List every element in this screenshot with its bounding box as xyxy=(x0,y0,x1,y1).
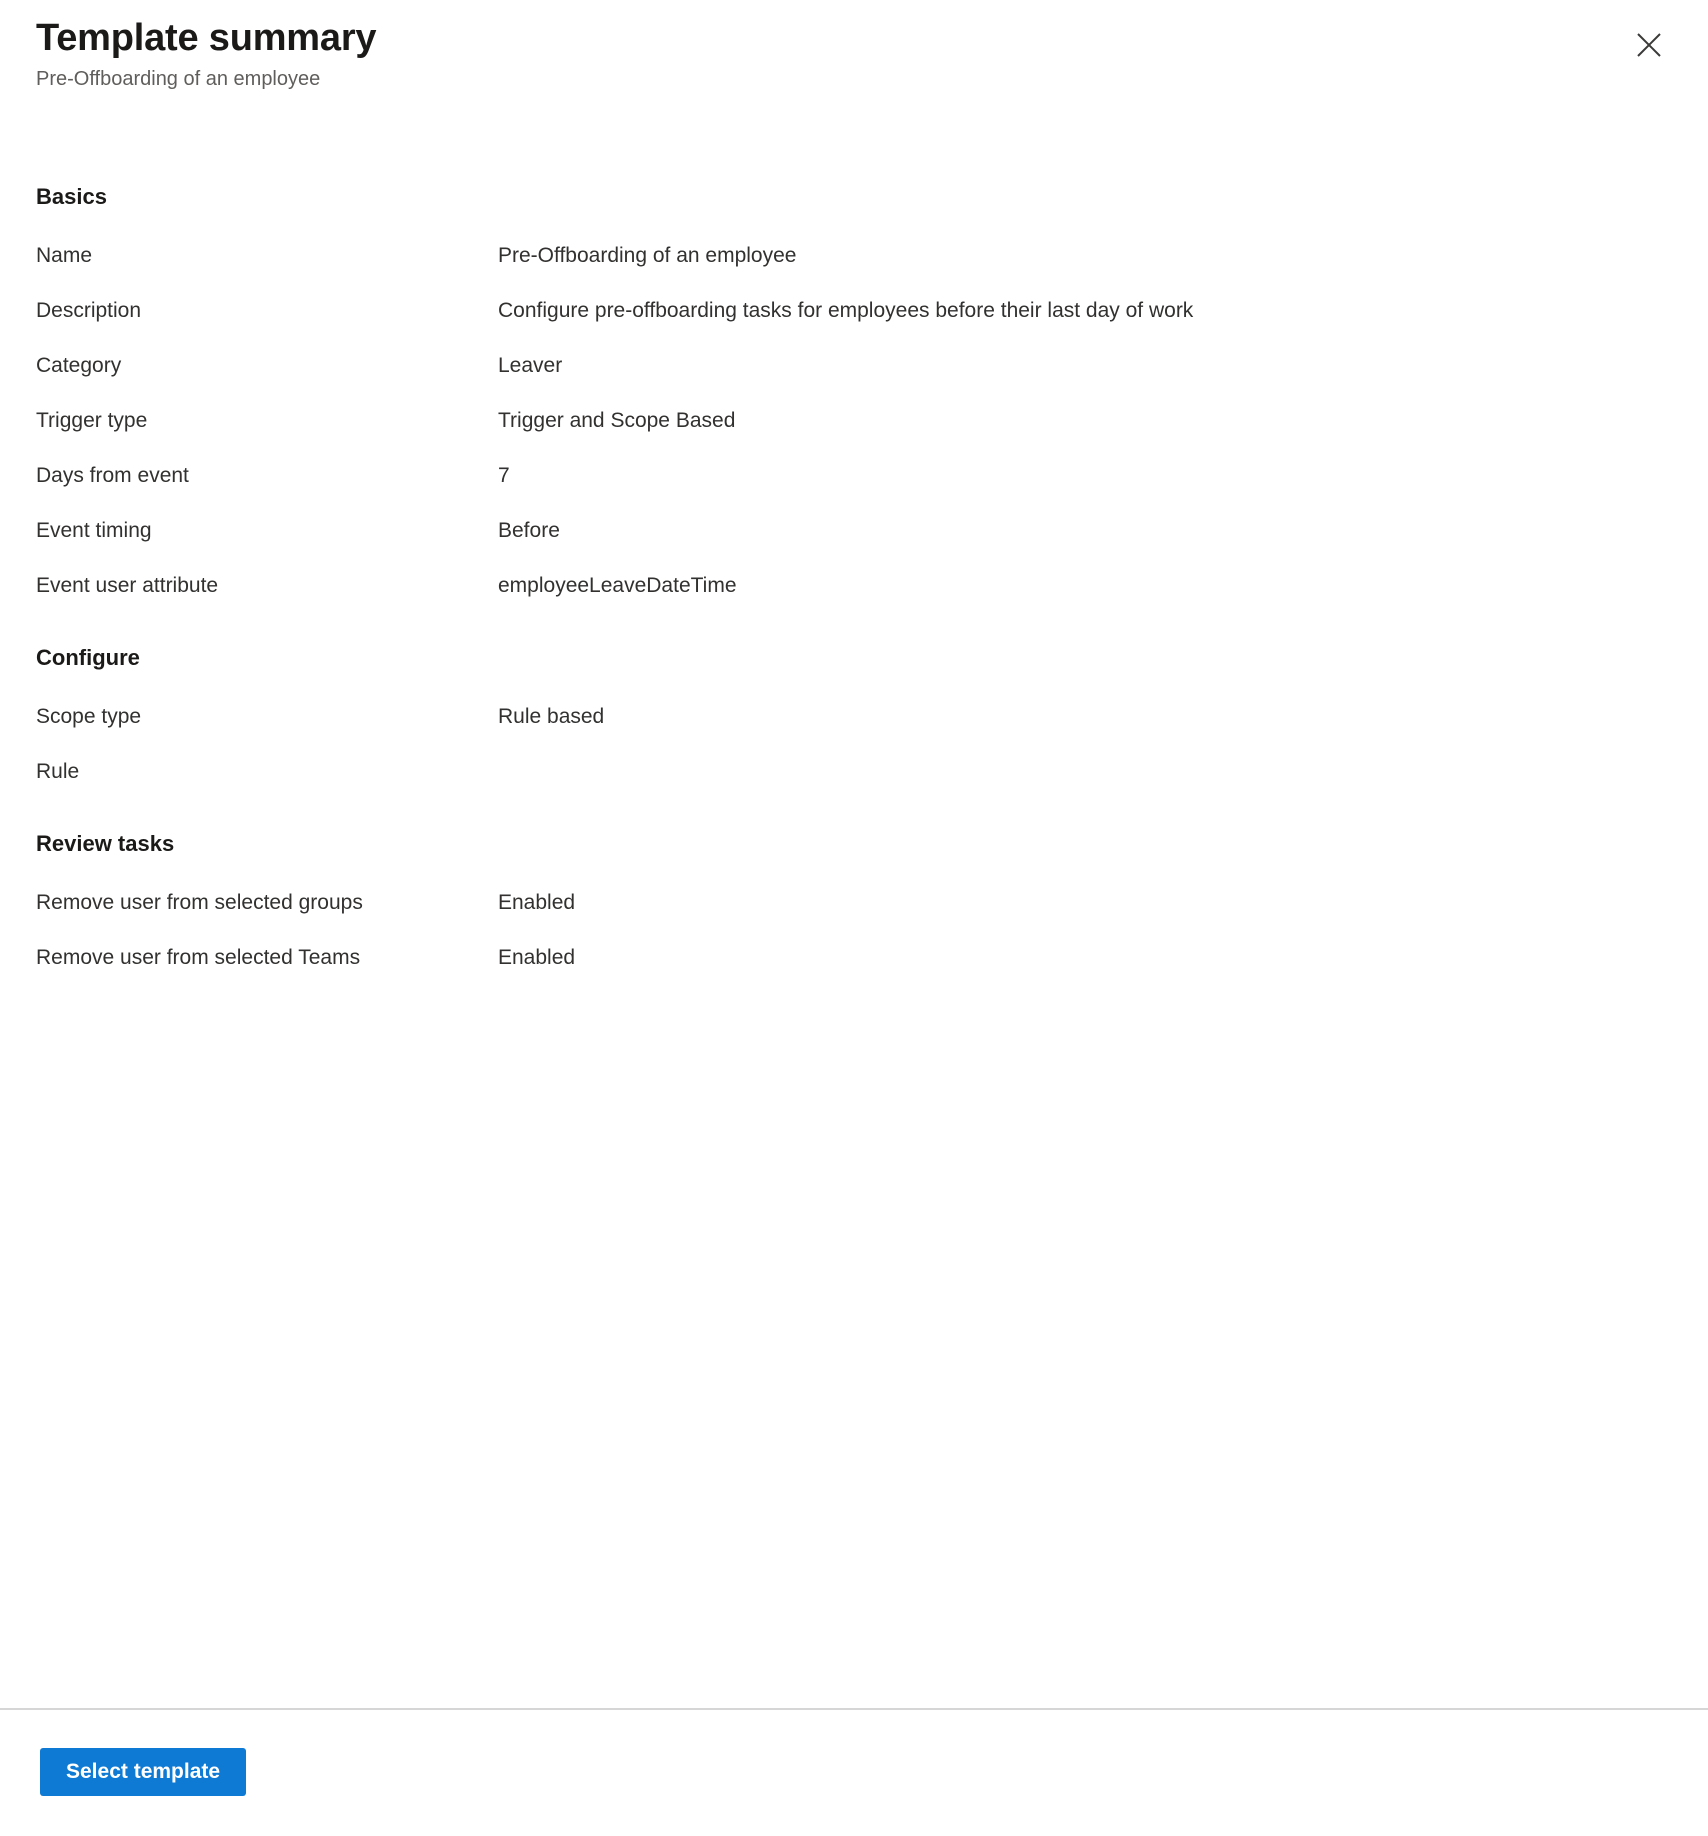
row-label-days-from-event: Days from event xyxy=(36,464,189,487)
row-value-event-timing: Before xyxy=(498,519,560,542)
summary-row: Rule xyxy=(0,744,1708,799)
summary-row: Trigger type Trigger and Scope Based xyxy=(0,393,1708,448)
row-value-description: Configure pre-offboarding tasks for empl… xyxy=(498,299,1194,322)
row-label-event-timing: Event timing xyxy=(36,519,152,542)
summary-row: Description Configure pre-offboarding ta… xyxy=(0,283,1708,338)
panel-header: Template summary Pre-Offboarding of an e… xyxy=(0,0,1708,120)
section-title-configure: Configure xyxy=(36,645,140,670)
row-label-trigger-type: Trigger type xyxy=(36,409,148,432)
row-value-category: Leaver xyxy=(498,354,563,377)
row-value-scope-type: Rule based xyxy=(498,705,605,728)
close-icon xyxy=(1636,32,1662,58)
row-label-scope-type: Scope type xyxy=(36,705,142,728)
summary-row: Remove user from selected Teams Enabled xyxy=(0,930,1708,985)
summary-row: Remove user from selected groups Enabled xyxy=(0,875,1708,930)
select-template-button[interactable]: Select template xyxy=(40,1748,247,1796)
panel-footer: Select template xyxy=(0,1708,1708,1836)
row-value-remove-user-teams: Enabled xyxy=(498,946,576,969)
row-label-category: Category xyxy=(36,354,122,377)
row-value-days-from-event: 7 xyxy=(498,464,510,487)
summary-row: Category Leaver xyxy=(0,338,1708,393)
close-button[interactable] xyxy=(1626,22,1672,68)
section-configure: Configure Scope type Rule based Rule xyxy=(0,643,1708,799)
summary-row: Event timing Before xyxy=(0,503,1708,558)
row-value-remove-user-groups: Enabled xyxy=(498,891,576,914)
page-title: Template summary xyxy=(36,17,377,59)
panel-body: Basics Name Pre-Offboarding of an employ… xyxy=(0,120,1708,1708)
summary-row: Event user attribute employeeLeaveDateTi… xyxy=(0,558,1708,613)
row-value-name: Pre-Offboarding of an employee xyxy=(498,244,797,267)
section-title-review-tasks: Review tasks xyxy=(36,831,175,856)
section-basics: Basics Name Pre-Offboarding of an employ… xyxy=(0,182,1708,613)
row-value-trigger-type: Trigger and Scope Based xyxy=(498,409,736,432)
row-label-event-user-attribute: Event user attribute xyxy=(36,574,219,597)
row-label-description: Description xyxy=(36,299,142,322)
page-subtitle: Pre-Offboarding of an employee xyxy=(36,68,321,90)
row-value-event-user-attribute: employeeLeaveDateTime xyxy=(498,574,737,597)
row-label-remove-user-groups: Remove user from selected groups xyxy=(36,891,363,914)
section-title-basics: Basics xyxy=(36,184,107,209)
section-review-tasks: Review tasks Remove user from selected g… xyxy=(0,829,1708,985)
summary-row: Name Pre-Offboarding of an employee xyxy=(0,228,1708,283)
row-label-name: Name xyxy=(36,244,93,267)
summary-row: Scope type Rule based xyxy=(0,689,1708,744)
row-label-rule: Rule xyxy=(36,760,80,783)
summary-row: Days from event 7 xyxy=(0,448,1708,503)
row-label-remove-user-teams: Remove user from selected Teams xyxy=(36,946,361,969)
